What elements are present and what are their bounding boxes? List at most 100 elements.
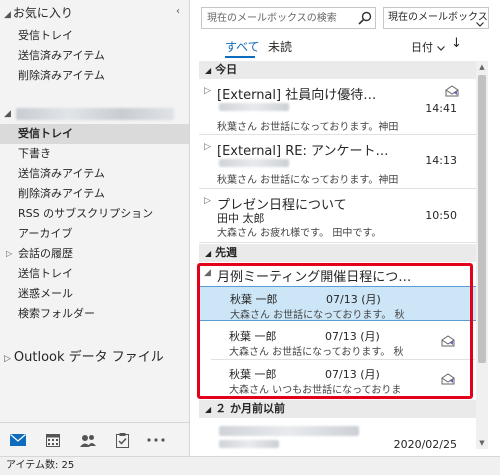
favorite-sent-items[interactable]: 送信済みアイテム — [0, 46, 189, 66]
folder-label: 迷惑メール — [18, 287, 73, 300]
search-scope-value: 現在のメールボックス — [388, 12, 488, 23]
folder-label: 受信トレイ — [18, 29, 73, 42]
message-time: 2020/02/25 — [393, 438, 457, 451]
expand-thread-icon[interactable]: ▷ — [204, 196, 211, 206]
folder-inbox[interactable]: 受信トレイ — [0, 124, 189, 144]
message-list: ◢ 今日 ▷ [External] 社員向け優待… 14:41 秋葉さん お世話に… — [191, 61, 481, 456]
folder-label: 送信トレイ — [18, 267, 73, 280]
folder-drafts[interactable]: 下書き — [0, 144, 189, 164]
folder-label: 削除済みアイテム — [18, 69, 105, 82]
message-date: 07/13 (月) — [325, 330, 380, 343]
section-header-last-week[interactable]: ◢ 先週 — [199, 244, 477, 262]
more-icon[interactable] — [146, 431, 166, 449]
message-sender: 秋葉 一郎 — [229, 330, 277, 343]
message-item[interactable]: ▷ プレゼン日程について 田中 太郎 10:50 大森さん お疲れ様です。 田中… — [199, 191, 477, 243]
active-tab-indicator — [225, 56, 255, 58]
people-icon[interactable] — [78, 431, 98, 449]
envelope-reply-icon — [441, 335, 455, 347]
section-header-two-months[interactable]: ◢ ２ か月前以前 — [199, 400, 477, 418]
tab-unread[interactable]: 未読 — [268, 38, 292, 55]
folder-rss[interactable]: RSS のサブスクリプション — [0, 204, 189, 224]
collapse-triangle-icon: ◢ — [205, 405, 212, 414]
favorites-header[interactable]: ◢ お気に入り — [4, 4, 73, 21]
search-scope-dropdown[interactable]: 現在のメールボックス — [383, 7, 489, 29]
collapse-thread-icon[interactable]: ◢ — [204, 268, 211, 278]
message-item[interactable]: ▷ [External] RE: アンケート… 14:13 秋葉さん お世話にな… — [199, 137, 477, 189]
sort-direction-button[interactable]: ↓ — [451, 36, 462, 51]
sort-by-label: 日付 — [411, 41, 433, 54]
scroll-down-icon[interactable]: ▼ — [476, 437, 488, 449]
section-label: 先週 — [215, 246, 238, 259]
tasks-icon[interactable] — [112, 431, 132, 449]
sender-redacted — [219, 103, 289, 111]
folder-outbox[interactable]: 送信トレイ — [0, 264, 189, 284]
folder-label: 送信済みアイテム — [18, 167, 105, 180]
message-time: 14:41 — [425, 102, 457, 115]
section-label: 今日 — [215, 63, 238, 76]
message-time: 10:50 — [425, 209, 457, 222]
message-sender: 秋葉 一郎 — [229, 368, 277, 381]
folder-sent-items[interactable]: 送信済みアイテム — [0, 164, 189, 184]
message-preview: 大森さん お疲れ様です。 田中です。 — [217, 228, 382, 239]
message-list-pane: 現在のメールボックス すべて 未読 日付 ↓ ◢今日 ▷ [External] … — [191, 0, 500, 456]
expand-triangle-icon[interactable]: ▷ — [4, 354, 11, 364]
message-item[interactable]: ▷ [External] 社員向け優待… 14:41 秋葉さん お世話になってお… — [199, 81, 477, 135]
sender-redacted — [219, 440, 279, 448]
message-preview: 大森さん お世話になっております。 秋 — [230, 310, 405, 321]
scroll-thumb[interactable] — [478, 75, 486, 363]
folder-search-folders[interactable]: 検索フォルダー — [0, 304, 189, 324]
message-date: 07/13 (月) — [325, 368, 380, 381]
thread-item[interactable]: 秋葉 一郎 07/13 (月) 大森さん お世話になっております。 秋 — [199, 324, 477, 359]
favorite-inbox[interactable]: 受信トレイ — [0, 26, 189, 46]
thread-item[interactable]: 秋葉 一郎 07/13 (月) 大森さん お世話になっております。 秋 — [199, 286, 477, 321]
message-subject: [External] RE: アンケート… — [217, 144, 389, 159]
folder-label: 下書き — [18, 147, 51, 160]
folder-label: 会話の履歴 — [18, 247, 73, 260]
chevron-down-icon — [476, 15, 484, 35]
folder-label: 検索フォルダー — [18, 307, 95, 320]
folder-conversation-history[interactable]: ▷ 会話の履歴 — [0, 244, 189, 264]
sender-redacted — [219, 159, 289, 167]
expand-thread-icon[interactable]: ▷ — [204, 86, 211, 96]
account-header[interactable]: ◢ — [4, 105, 13, 119]
section-label: ２ か月前以前 — [215, 402, 285, 415]
section-header-today[interactable]: ◢ 今日 — [199, 61, 477, 79]
folder-junk[interactable]: 迷惑メール — [0, 284, 189, 304]
message-preview: 秋葉さん お世話になっております。神田 — [217, 175, 399, 186]
search-icon[interactable] — [358, 11, 372, 25]
scrollbar[interactable]: ▲ ▼ — [476, 61, 488, 449]
folder-pane: ‹ ◢ お気に入り 受信トレイ 送信済みアイテム 削除済みアイテム ◢ 受信トレイ… — [0, 0, 190, 422]
pst-header[interactable]: ▷ Outlook データ ファイル — [4, 346, 164, 365]
collapse-pane-icon[interactable]: ‹ — [176, 6, 180, 17]
message-subject: [External] 社員向け優待… — [217, 88, 377, 103]
folder-label: 受信トレイ — [18, 127, 73, 140]
search-input[interactable] — [202, 8, 352, 28]
subject-redacted — [219, 426, 359, 436]
thread-header[interactable]: ◢ 月例ミーティング開催日程につ… — [199, 264, 477, 286]
mail-icon[interactable] — [8, 431, 28, 449]
collapse-triangle-icon[interactable]: ◢ — [4, 109, 11, 119]
folder-deleted-items[interactable]: 削除済みアイテム — [0, 184, 189, 204]
message-item[interactable]: 2020/02/25 — [199, 420, 477, 456]
sort-by-dropdown[interactable]: 日付 — [411, 39, 445, 55]
message-sender: 秋葉 一郎 — [230, 293, 278, 306]
collapse-triangle-icon[interactable]: ◢ — [4, 10, 11, 20]
scroll-up-icon[interactable]: ▲ — [476, 61, 488, 73]
favorite-deleted-items[interactable]: 削除済みアイテム — [0, 66, 189, 86]
divider — [211, 359, 475, 360]
message-preview: 大森さん いつもお世話になっておりま — [229, 385, 402, 396]
expand-triangle-icon[interactable]: ▷ — [6, 244, 12, 264]
search-box[interactable] — [201, 7, 376, 29]
folder-label: アーカイブ — [18, 227, 73, 240]
message-preview: 大森さん お世話になっております。 秋 — [229, 347, 404, 358]
account-name-redacted — [16, 108, 174, 120]
item-count: アイテム数: 25 — [6, 460, 75, 471]
folder-label: 削除済みアイテム — [18, 187, 105, 200]
thread-item[interactable]: 秋葉 一郎 07/13 (月) 大森さん いつもお世話になっておりま — [199, 362, 477, 397]
navigation-bar — [0, 422, 190, 456]
status-bar: アイテム数: 25 — [0, 456, 500, 475]
folder-archive[interactable]: アーカイブ — [0, 224, 189, 244]
calendar-icon[interactable] — [43, 431, 63, 449]
tab-all[interactable]: すべて — [225, 38, 260, 55]
expand-thread-icon[interactable]: ▷ — [204, 142, 211, 152]
